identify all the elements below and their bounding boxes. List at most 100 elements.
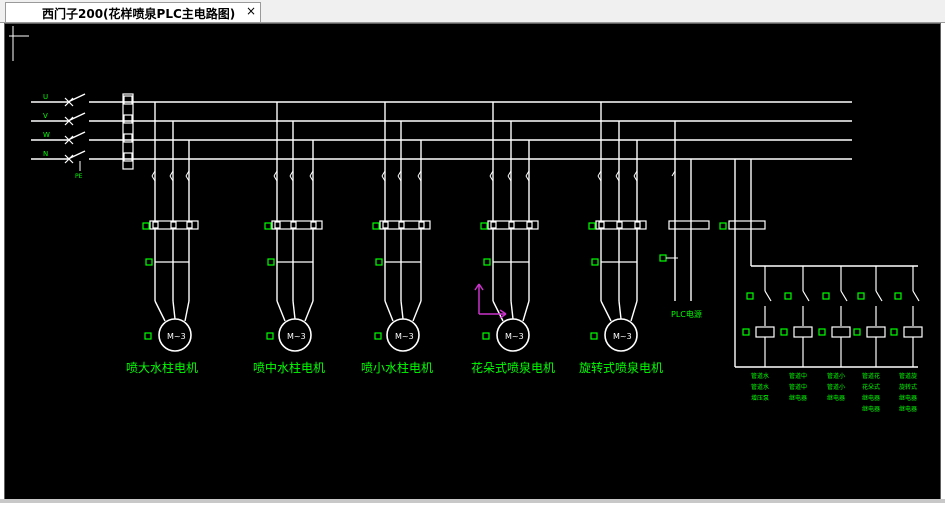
motor-marker	[374, 332, 382, 340]
relay-contact	[802, 290, 810, 302]
motor-lead	[400, 300, 404, 320]
motor-lead	[292, 300, 296, 320]
motor-lead	[384, 300, 394, 322]
motor-label: 旋转式喷泉电机	[579, 360, 663, 375]
overload-marker	[267, 258, 275, 266]
phase-label: N	[43, 150, 48, 158]
contactor-pole	[398, 221, 405, 229]
close-icon[interactable]: ×	[246, 4, 256, 18]
tab-title: 西门子200(花样喷泉PLC主电路图)	[42, 7, 236, 21]
motor-label: 花朵式喷泉电机	[471, 360, 555, 375]
relay-label: 继电器	[899, 394, 917, 402]
plc-marker	[659, 254, 667, 262]
coil-marker	[588, 222, 596, 230]
cad-viewer-window: 西门子200(花样喷泉PLC主电路图) × U V W N PE M~3 喷大水柱电机 M~3…	[0, 0, 945, 503]
motor-lead	[172, 300, 176, 320]
motor-lead	[510, 300, 514, 320]
overload-marker	[483, 258, 491, 266]
motor-lead	[630, 300, 638, 322]
motor-type-label: M~3	[167, 332, 186, 341]
coil-marker	[142, 222, 150, 230]
drawing-canvas[interactable]: U V W N PE M~3 喷大水柱电机 M~3 喷中水柱电机 M~3 喷小水柱电机 M~3 花朵式喷…	[4, 23, 941, 500]
contactor-pole	[290, 221, 297, 229]
relay-label: 继电器	[899, 405, 917, 413]
contactor-pole	[526, 221, 533, 229]
relay-contact	[875, 290, 883, 302]
relay-label: 管道中	[789, 383, 807, 391]
status-bar	[0, 499, 945, 503]
motor-type-label: M~3	[287, 332, 306, 341]
relay-label: 管道水	[751, 383, 769, 391]
overload-marker	[145, 258, 153, 266]
relay-marker	[719, 222, 727, 230]
relay-label: 管道小	[827, 383, 845, 391]
contactor-pole	[186, 221, 193, 229]
pe-label: PE	[75, 173, 83, 180]
relay-coil	[866, 326, 886, 338]
contactor-pole	[616, 221, 623, 229]
contactor-pole	[310, 221, 317, 229]
plc-label: PLC电源	[671, 309, 702, 319]
relay-contact	[840, 290, 848, 302]
relay-coil-marker	[742, 328, 750, 336]
contactor-pole	[418, 221, 425, 229]
motor-lead	[276, 300, 286, 322]
document-tab[interactable]: 西门子200(花样喷泉PLC主电路图) ×	[5, 2, 261, 22]
motor-lead	[304, 300, 314, 322]
motor-marker	[482, 332, 490, 340]
relay-coil-marker	[818, 328, 826, 336]
motor-lead	[522, 300, 530, 322]
circuit-diagram: U V W N PE M~3 喷大水柱电机 M~3 喷中水柱电机 M~3 喷小水柱电机 M~3 花朵式喷…	[9, 26, 923, 413]
relay-label: 继电器	[827, 394, 845, 402]
relay-contact-marker	[894, 292, 902, 300]
contactor-pole	[508, 221, 515, 229]
relay-coil	[793, 326, 813, 338]
relay-label: 花朵式	[862, 383, 880, 391]
fuse	[123, 133, 133, 143]
contactor-pole	[274, 221, 281, 229]
relay-coil-marker	[780, 328, 788, 336]
motor-lead	[618, 300, 622, 320]
contactor-pole	[490, 221, 497, 229]
contactor-pole	[152, 221, 159, 229]
phase-label: U	[43, 93, 48, 101]
relay-label: 继电器	[789, 394, 807, 402]
coil-marker	[372, 222, 380, 230]
contactor-pole	[634, 221, 641, 229]
relay-contact	[912, 290, 920, 302]
relay-coil	[755, 326, 775, 338]
fuse	[123, 95, 133, 105]
relay-contact-marker	[822, 292, 830, 300]
relay-label: 管道花	[862, 372, 880, 380]
relay-contact-marker	[784, 292, 792, 300]
motor-type-label: M~3	[505, 332, 524, 341]
overload-marker	[375, 258, 383, 266]
motor-marker	[266, 332, 274, 340]
relay-label: 增压泵	[751, 394, 769, 402]
relay-coil-marker	[853, 328, 861, 336]
relay-contact-marker	[857, 292, 865, 300]
overload-marker	[591, 258, 599, 266]
contactor-pole	[598, 221, 605, 229]
motor-type-label: M~3	[613, 332, 632, 341]
coil-marker	[264, 222, 272, 230]
relay-label: 管道旋	[899, 372, 917, 380]
relay-label: 管道水	[751, 372, 769, 380]
motor-lead	[600, 300, 612, 322]
contactor-pole	[382, 221, 389, 229]
motor-marker	[590, 332, 598, 340]
phase-label: V	[43, 112, 48, 120]
motor-lead	[184, 300, 190, 322]
relay-contact-marker	[746, 292, 754, 300]
motor-label: 喷大水柱电机	[126, 360, 198, 375]
relay-coil	[831, 326, 851, 338]
coil-marker	[480, 222, 488, 230]
fuse	[123, 114, 133, 124]
relay-label: 管道小	[827, 372, 845, 380]
relay-coil	[903, 326, 923, 338]
motor-type-label: M~3	[395, 332, 414, 341]
motor-lead	[412, 300, 422, 322]
relay-label: 继电器	[862, 405, 880, 413]
relay-label: 继电器	[862, 394, 880, 402]
relay-contact	[764, 290, 772, 302]
